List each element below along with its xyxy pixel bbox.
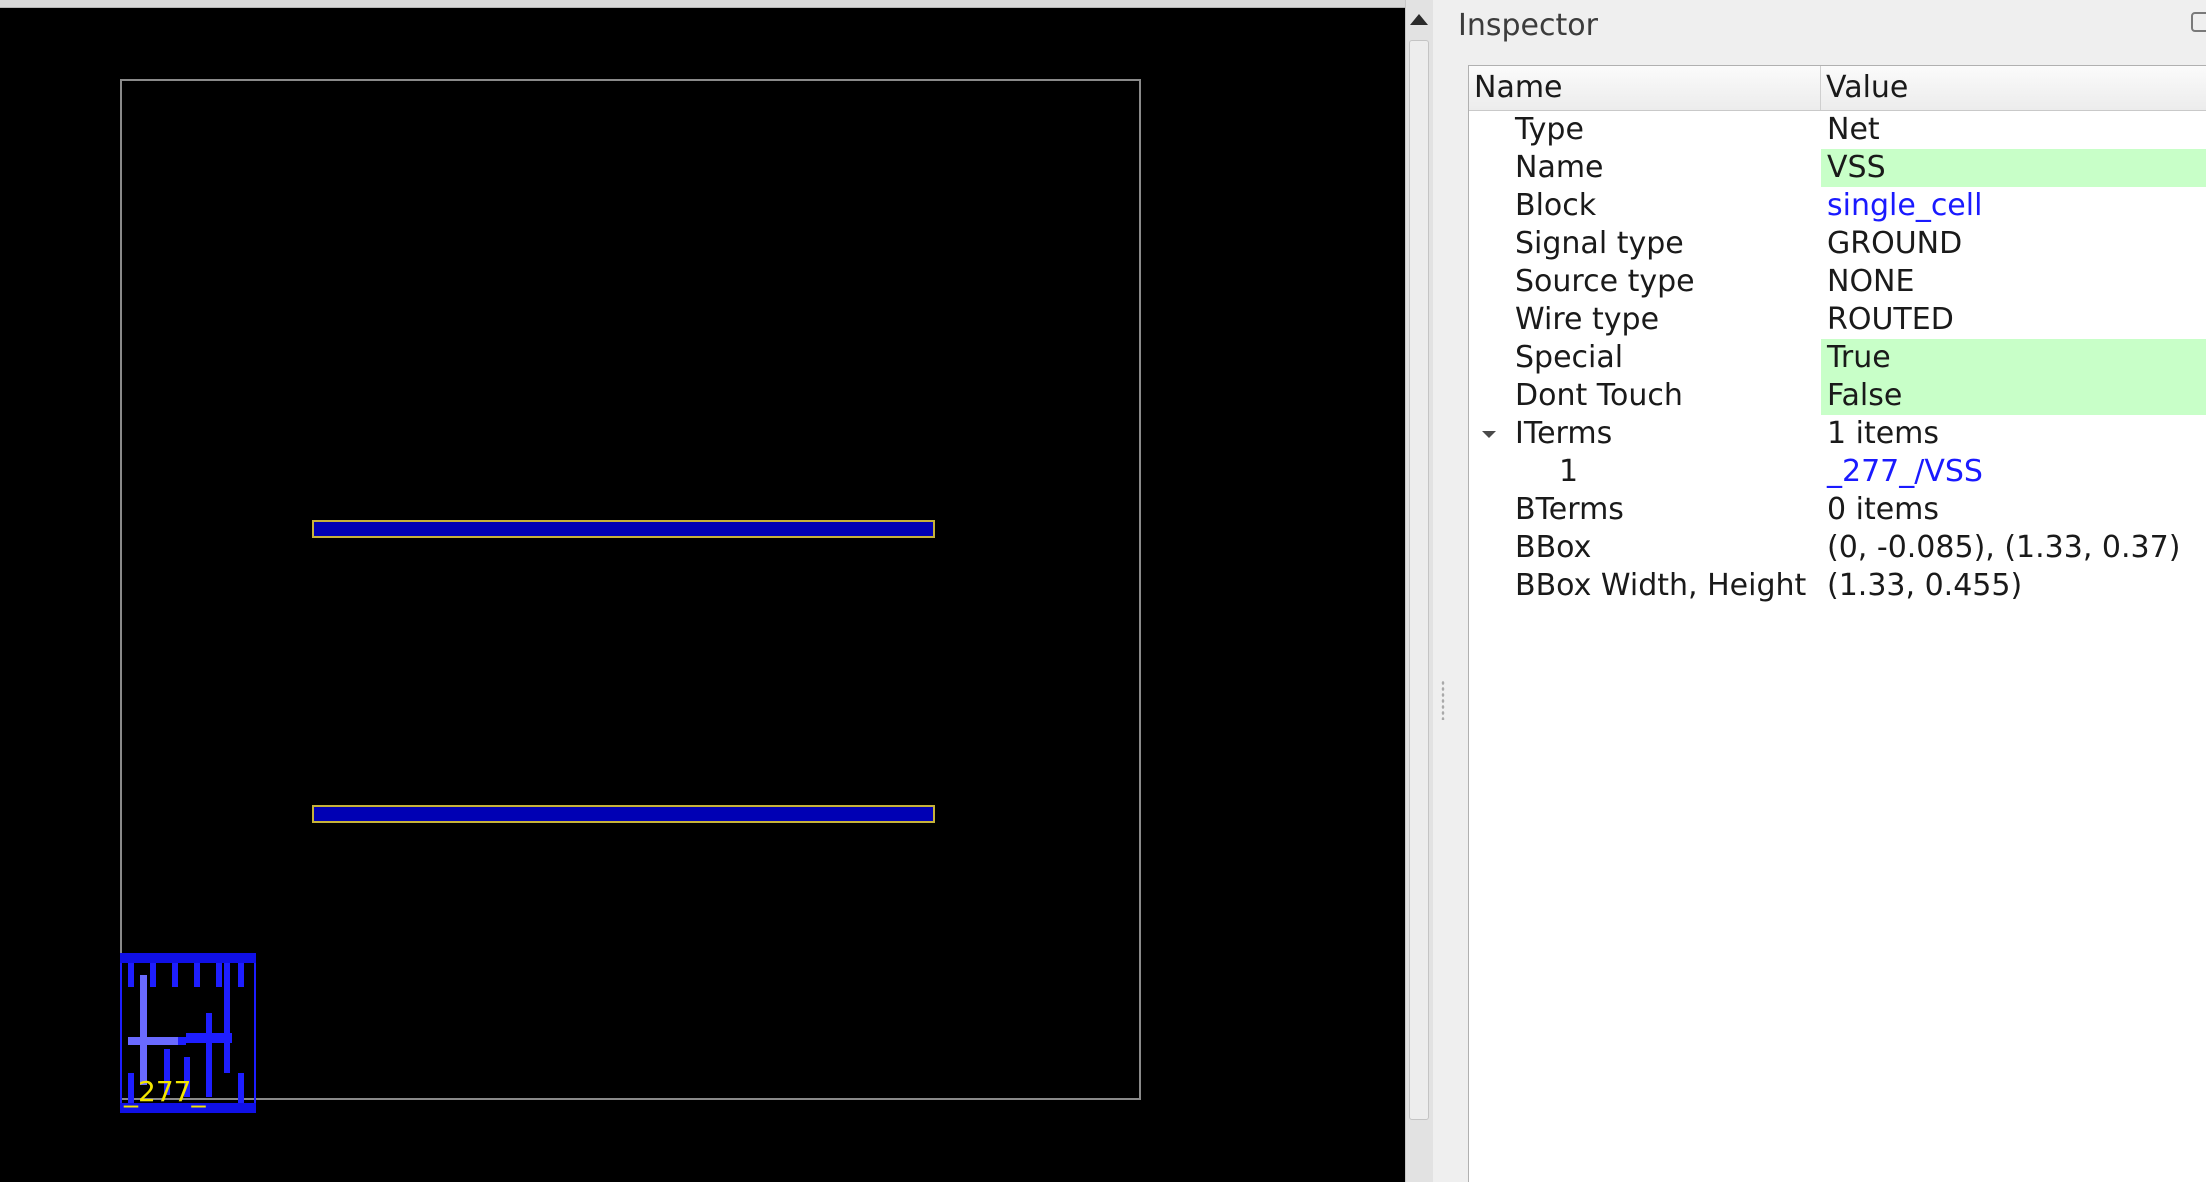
row-signal-type[interactable]: Signal type GROUND [1469, 225, 2206, 263]
inspector-panel: Inspector Name Value Type Net Name VSS B… [1453, 0, 2206, 1182]
expand-arrow-icon[interactable] [1482, 431, 1496, 438]
row-bbox[interactable]: BBox (0, -0.085), (1.33, 0.37) [1469, 529, 2206, 567]
property-name: Dont Touch [1515, 378, 1683, 413]
dock-title: Inspector [1458, 8, 1598, 43]
app-window: _277_ Inspector Name Value Type Net Name… [0, 0, 2206, 1182]
property-name: BBox Width, Height [1515, 568, 1807, 603]
property-name: Special [1515, 340, 1624, 375]
scroll-up-arrow-icon[interactable] [1410, 14, 1428, 25]
tree-header: Name Value [1469, 66, 2206, 111]
row-iterms[interactable]: ITerms 1 items [1469, 415, 2206, 453]
iterm-link[interactable]: _277_/VSS [1821, 453, 2206, 491]
row-type[interactable]: Type Net [1469, 111, 2206, 149]
property-name-label: ITerms [1515, 416, 1613, 451]
property-value: (1.33, 0.455) [1827, 568, 2023, 603]
row-bbox-width-height[interactable]: BBox Width, Height (1.33, 0.455) [1469, 567, 2206, 605]
property-value-editable[interactable]: False [1821, 377, 2206, 415]
property-value-editable[interactable]: VSS [1821, 149, 2206, 187]
layout-canvas[interactable]: _277_ [0, 8, 1405, 1182]
property-name: Block [1515, 188, 1597, 223]
block-link[interactable]: single_cell [1821, 187, 2206, 225]
row-source-type[interactable]: Source type NONE [1469, 263, 2206, 301]
vss-rail-bottom[interactable] [312, 805, 935, 823]
float-dock-icon[interactable] [2191, 12, 2206, 32]
row-wire-type[interactable]: Wire type ROUTED [1469, 301, 2206, 339]
cell-instance-277[interactable]: _277_ [120, 953, 256, 1113]
property-value: GROUND [1827, 226, 1963, 261]
property-value: Net [1827, 112, 1880, 147]
property-name: Signal type [1515, 226, 1684, 261]
row-iterm-1[interactable]: 1 _277_/VSS [1469, 453, 2206, 491]
row-name[interactable]: Name VSS [1469, 149, 2206, 187]
property-name-expandable: ITerms [1469, 415, 1821, 453]
property-name: BTerms [1515, 492, 1624, 527]
property-name: Wire type [1515, 302, 1660, 337]
die-boundary [120, 79, 1141, 1100]
property-name: Source type [1515, 264, 1695, 299]
property-name: 1 [1559, 454, 1579, 489]
instance-label: _277_ [124, 1075, 206, 1108]
property-value: 0 items [1827, 492, 1940, 527]
row-special[interactable]: Special True [1469, 339, 2206, 377]
scrollbar-thumb[interactable] [1409, 40, 1429, 1120]
column-header-name[interactable]: Name [1469, 66, 1821, 110]
property-name: Type [1515, 112, 1584, 147]
property-value-editable[interactable]: True [1821, 339, 2206, 377]
dock-splitter[interactable] [1433, 0, 1453, 1182]
property-value: 1 items [1827, 416, 1940, 451]
property-name: BBox [1515, 530, 1592, 565]
row-dont-touch[interactable]: Dont Touch False [1469, 377, 2206, 415]
property-name: Name [1515, 150, 1604, 185]
vertical-scrollbar[interactable] [1405, 0, 1433, 1182]
property-tree[interactable]: Name Value Type Net Name VSS Block singl… [1468, 65, 2206, 1182]
property-value: NONE [1827, 264, 1915, 299]
row-bterms[interactable]: BTerms 0 items [1469, 491, 2206, 529]
property-value: ROUTED [1827, 302, 1954, 337]
property-value: (0, -0.085), (1.33, 0.37) [1827, 530, 2181, 565]
vss-rail-top[interactable] [312, 520, 935, 538]
splitter-grip-icon[interactable] [1441, 680, 1445, 720]
viewer-top-edge [0, 0, 1405, 8]
column-header-value[interactable]: Value [1821, 66, 2206, 110]
row-block[interactable]: Block single_cell [1469, 187, 2206, 225]
